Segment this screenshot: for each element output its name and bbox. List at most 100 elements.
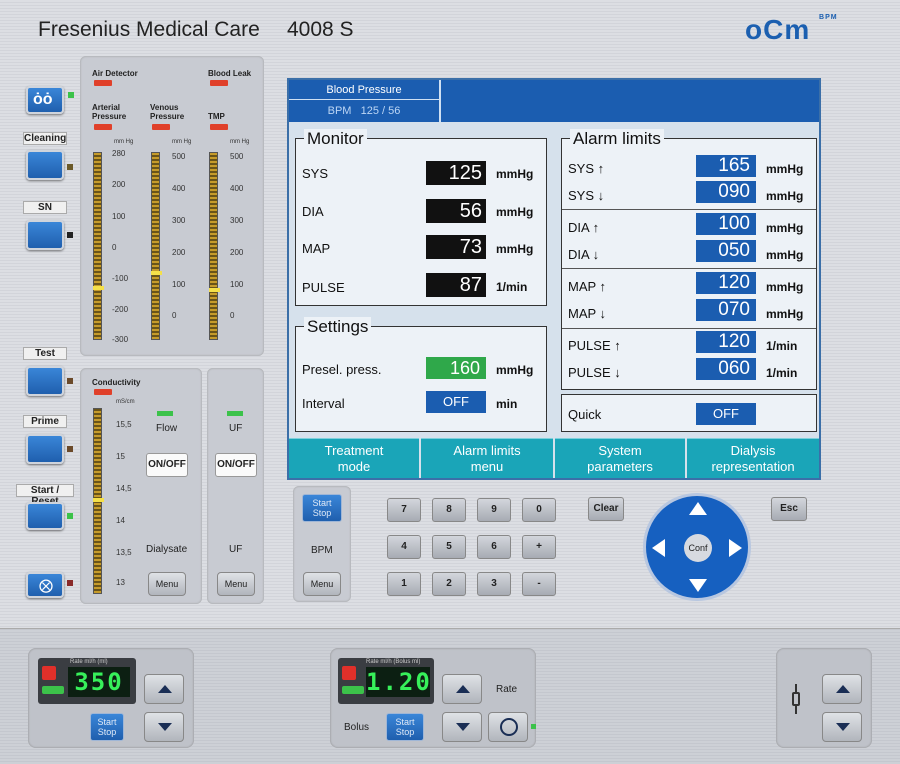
blood-pump-icon: ȯȯ [33,91,53,108]
key-6[interactable]: 6 [477,535,511,559]
alarm-dia-up-unit: mmHg [766,221,804,235]
blood-pump-down-button[interactable] [144,712,184,742]
bpm-start-stop-button[interactable]: Start Stop [302,494,342,522]
conductivity-tick: 13 [116,578,125,587]
alarm-mute-icon: ⨂ [39,577,53,593]
alarm-dia-down-label: DIA ↓ [568,247,600,262]
key-8[interactable]: 8 [432,498,466,522]
venous-unit: mm Hg [172,139,192,145]
key-4[interactable]: 4 [387,535,421,559]
alarm-pulse-down-value[interactable]: 060 [696,358,756,380]
monitor-sys-unit: mmHg [496,167,534,181]
alarm-sys-down-label: SYS ↓ [568,188,605,203]
alarm-sys-down-value[interactable]: 090 [696,181,756,203]
blood-pump-button[interactable]: ȯȯ [26,86,64,114]
key-7[interactable]: 7 [387,498,421,522]
tmp-scale: 500 400 300 200 100 0 [230,152,260,332]
clear-button[interactable]: Clear [588,497,624,521]
chevron-up-icon [456,685,470,693]
dpad-up-icon[interactable] [689,502,707,515]
level-down-button[interactable] [822,712,862,742]
dialysate-onoff-button[interactable]: ON/OFF [146,453,188,477]
treatment-mode-button[interactable]: Treatment mode [289,438,419,478]
venous-tick: 200 [172,248,186,257]
prime-button[interactable] [26,434,64,464]
key-minus[interactable]: - [522,572,556,596]
blood-leak-label: Blood Leak [208,69,252,78]
alarm-sys-down-unit: mmHg [766,189,804,203]
test-button[interactable] [26,366,64,396]
key-9[interactable]: 9 [477,498,511,522]
alarm-mute-led [67,580,73,586]
monitor-dia-unit: mmHg [496,205,534,219]
level-up-button[interactable] [822,674,862,704]
uf-label-bottom: UF [229,544,243,555]
cleaning-label: Cleaning [23,132,67,145]
heparin-timer-button[interactable] [488,712,528,742]
heparin-start-stop-button[interactable]: Start Stop [386,713,424,741]
venous-gauge-marker [151,271,162,275]
key-plus[interactable]: + [522,535,556,559]
key-1[interactable]: 1 [387,572,421,596]
prime-label: Prime [23,415,67,428]
heparin-down-button[interactable] [442,712,482,742]
chevron-up-icon [836,685,850,693]
alarm-mute-button[interactable]: ⨂ [26,572,64,598]
esc-button[interactable]: Esc [771,497,807,521]
alarm-dia-up-value[interactable]: 100 [696,213,756,235]
dpad-down-icon[interactable] [689,579,707,592]
dialysate-menu-button[interactable]: Menu [148,572,186,596]
key-5[interactable]: 5 [432,535,466,559]
alarm-dia-down-value[interactable]: 050 [696,240,756,262]
interval-unit: min [496,397,518,411]
conf-button[interactable]: Conf [684,534,712,562]
bpm-menu-button[interactable]: Menu [303,572,341,596]
venous-led [152,124,170,130]
key-0[interactable]: 0 [522,498,556,522]
alarm-sys-up-value[interactable]: 165 [696,155,756,177]
tmp-led [210,124,228,130]
heparin-green-led [342,686,364,694]
conductivity-tick: 14,5 [116,484,132,493]
dpad-left-icon[interactable] [652,539,665,557]
alarm-map-up-label: MAP ↑ [568,279,607,294]
clock-icon [500,718,518,736]
arterial-tick: 200 [112,180,126,189]
conductivity-scale: 15,5 15 14,5 14 13,5 13 [116,420,146,590]
tmp-gauge [209,152,220,340]
arterial-scale: 280 200 100 0 -100 -200 -300 [112,149,142,344]
start-reset-button[interactable] [26,502,64,530]
tmp-unit: mm Hg [230,139,250,145]
alarm-map-down-label: MAP ↓ [568,306,607,321]
key-2[interactable]: 2 [432,572,466,596]
dialysis-representation-button[interactable]: Dialysis representation [687,438,819,478]
alarm-pulse-up-value[interactable]: 120 [696,331,756,353]
uf-onoff-button[interactable]: ON/OFF [215,453,257,477]
blood-pump-panel: Rate ml/h (ml) 350 Start Stop [28,648,194,748]
sn-led [67,232,73,238]
cleaning-button[interactable] [26,150,64,180]
sn-button[interactable] [26,220,64,250]
alarm-map-up-value[interactable]: 120 [696,272,756,294]
flow-label: Flow [156,423,178,434]
heparin-up-button[interactable] [442,674,482,704]
heparin-red-led [342,666,356,680]
key-3[interactable]: 3 [477,572,511,596]
blood-pump-start-stop-button[interactable]: Start Stop [90,713,124,741]
system-parameters-button[interactable]: System parameters [555,438,685,478]
uf-panel: UF ON/OFF UF Menu [207,368,264,604]
dpad-right-icon[interactable] [729,539,742,557]
blood-pump-up-button[interactable] [144,674,184,704]
presel-press-value[interactable]: 160 [426,357,486,379]
alarm-map-down-value[interactable]: 070 [696,299,756,321]
interval-value[interactable]: OFF [426,391,486,413]
alarm-dia-up-label: DIA ↑ [568,220,600,235]
chevron-down-icon [158,723,172,731]
quick-value[interactable]: OFF [696,403,756,425]
dialysis-representation-line2: representation [711,459,795,474]
model-name: 4008 S [287,18,354,41]
uf-menu-button[interactable]: Menu [217,572,255,596]
treatment-mode-line1: Treatment [324,443,384,458]
alarm-limits-menu-button[interactable]: Alarm limits menu [421,438,553,478]
conductivity-gauge-marker [93,498,104,502]
